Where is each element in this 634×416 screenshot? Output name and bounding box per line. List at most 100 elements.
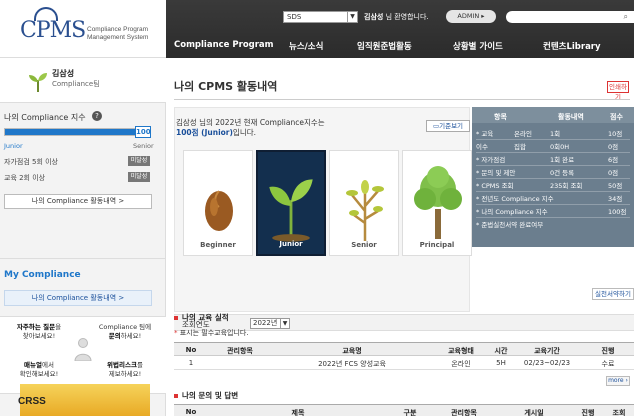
summary-line1: 김삼성 님의 2022년 현재 Compliance지수는 (176, 118, 325, 127)
risk-report-link-suffix: 를 (136, 361, 143, 369)
education-table-header: No 관리항목 교육명 교육형태 시간 교육기간 진행 (174, 342, 634, 356)
faq-link-bold: 자주하는 질문 (16, 323, 56, 331)
activity-value: 235회 조회 (550, 182, 583, 190)
nav-compliance-program[interactable]: Compliance Program (174, 40, 274, 50)
divider (0, 258, 166, 259)
level-card-senior: Senior (329, 150, 399, 256)
summary-line2: 100점 (Junior)입니다. (176, 128, 325, 138)
level-card-beginner: Beginner (183, 150, 253, 256)
column-header: 교육기간 (534, 347, 560, 355)
risk-report-link[interactable]: 위법리스크를 제보하세요! (88, 361, 162, 379)
level-label-junior: Junior (4, 142, 23, 150)
column-header: 관리항목 (227, 347, 253, 355)
user-profile: 김삼성 Compliance팀 (0, 58, 166, 103)
bullet-icon (174, 394, 178, 398)
activity-row: * 자가점검 1회 완료 6점 (472, 153, 634, 165)
company-select[interactable]: SDS ▼ (283, 11, 358, 23)
level-card-principal: Principal (402, 150, 472, 256)
welcome-name: 김삼성 (364, 13, 384, 21)
faq-link[interactable]: 자주하는 질문을 찾아보세요! (4, 323, 74, 341)
activity-table-body: * 교육 온라인 1회 10점 이수 집합 0회0H 0점 * 자가점검 1회 완료 6점 * 문의… (472, 123, 634, 247)
compliance-index-fill (5, 129, 135, 135)
title-divider (174, 99, 630, 100)
crss-label: CRSS (18, 396, 46, 407)
summary-text: 김삼성 님의 2022년 현재 Compliance지수는 100점 (Juni… (176, 118, 325, 138)
activity-sub: 집합 (514, 143, 526, 151)
column-header: 조회 (612, 409, 626, 416)
my-compliance-title: My Compliance (4, 270, 81, 280)
activity-item: * 준법실천서약 완료여부 (476, 221, 544, 229)
activity-score: 0점 (608, 169, 619, 177)
print-button[interactable]: 인쇄하기 (607, 81, 629, 101)
level-label: Principal (419, 241, 455, 249)
risk-report-link-bold: 위법리스크 (107, 361, 137, 369)
manual-link-suffix: 에서 (41, 361, 54, 369)
more-button[interactable]: more › (606, 376, 630, 386)
table-row[interactable]: 1 2022년 FCS 양성교육 온라인 5H 02/23~02/23 수료 (174, 357, 634, 370)
nav-content-library[interactable]: 컨텐츠Library (543, 40, 601, 52)
education-section-title: 나의 교육 실적 (174, 312, 229, 323)
criteria-button[interactable]: ▭기준보기 (426, 120, 470, 132)
column-header: No (185, 408, 197, 416)
activity-score: 6점 (608, 156, 619, 164)
sidebar: 김삼성 Compliance팀 나의 Compliance 지수 ? 100 J… (0, 58, 166, 416)
requirement-status-badge: 미달성 (128, 172, 150, 182)
level-card-junior: Junior (256, 150, 326, 256)
activity-value: 0회0H (550, 143, 570, 151)
my-activity-button[interactable]: 나의 Compliance 활동내역 > (4, 290, 152, 306)
activity-score: 0점 (608, 143, 619, 151)
activity-value: 0건 등록 (550, 169, 575, 177)
logo-subtitle: Compliance Program Management System (87, 26, 148, 42)
logo[interactable]: CPMS Compliance Program Management Syste… (0, 0, 166, 58)
column-header: 제목 (291, 409, 305, 416)
activity-row: * 준법실천서약 완료여부 (472, 218, 634, 230)
activity-item: * 문의 및 제안 (476, 169, 516, 177)
activity-table: 항목 활동내역 점수 * 교육 온라인 1회 10점 이수 집합 0회0H 0점 * 자가점검… (472, 107, 634, 247)
faq-link-suffix: 을 (55, 323, 62, 331)
inquiry-link-suffix: 하세요! (120, 332, 142, 340)
user-team: Compliance팀 (52, 80, 100, 88)
logo-subtitle-line2: Management System (87, 34, 149, 41)
inquiry-link[interactable]: Compliance 팀에 문의하세요! (88, 323, 162, 341)
admin-button[interactable]: ADMIN ▸ (446, 10, 496, 23)
activity-row: * 전년도 Compliance 지수 34점 (472, 192, 634, 204)
activity-sub: 온라인 (514, 130, 532, 138)
level-label-senior: Senior (133, 142, 154, 150)
page-root: CPMS Compliance Program Management Syste… (0, 0, 634, 416)
welcome-suffix: 님 환영합니다. (385, 13, 429, 21)
nav-news[interactable]: 뉴스/소식 (289, 40, 323, 52)
activity-value: 1회 완료 (550, 156, 575, 164)
level-label: Senior (351, 241, 377, 249)
activity-row: * CPMS 조회 235회 조회 50점 (472, 179, 634, 191)
column-header: 진행 (601, 347, 615, 355)
year-select-value: 2022년 (253, 319, 278, 327)
nav-employee-activity[interactable]: 임직원준법활동 (357, 40, 412, 52)
year-select[interactable]: 2022년 ▼ (250, 318, 290, 329)
page-title: 나의 CPMS 활동내역 (174, 80, 278, 93)
education-section-label: 나의 교육 실적 (182, 313, 229, 322)
pledge-button[interactable]: 실천서약하기 (592, 288, 634, 300)
search-icon[interactable]: ⌕ (624, 11, 628, 23)
summary-suffix: 입니다. (232, 128, 257, 137)
requirement-label: 자가점검 5회 이상 (4, 158, 58, 166)
help-icon[interactable]: ? (92, 111, 102, 121)
search-input[interactable]: ⌕ (506, 11, 634, 23)
activity-item: * 자가점검 (476, 156, 506, 164)
compliance-index-value: 100 (135, 126, 151, 138)
sprout-icon (269, 179, 313, 242)
sprout-icon (29, 73, 47, 92)
cell-no: 1 (188, 359, 194, 367)
nav-situation-guide[interactable]: 상황별 가이드 (453, 40, 503, 52)
inquiry-link-line1: Compliance 팀에 (98, 323, 152, 331)
summary-score: 100점 (Junior) (176, 128, 233, 137)
activity-header-history: 활동내역 (558, 113, 584, 121)
manual-link[interactable]: 매뉴얼에서 확인해보세요! (4, 361, 74, 379)
qa-section-title: 나의 문의 및 답변 (174, 390, 238, 401)
faq-link-line2: 찾아보세요! (22, 332, 56, 340)
column-header: 게시일 (524, 409, 544, 416)
manual-link-line2: 확인해보세요! (19, 370, 59, 378)
column-header: 시간 (494, 347, 508, 355)
main-content: 나의 CPMS 활동내역 인쇄하기 김삼성 님의 2022년 현재 Compli… (166, 58, 634, 416)
activity-history-button[interactable]: 나의 Compliance 활동내역 > (4, 194, 152, 209)
compliance-index-bar (4, 128, 150, 136)
